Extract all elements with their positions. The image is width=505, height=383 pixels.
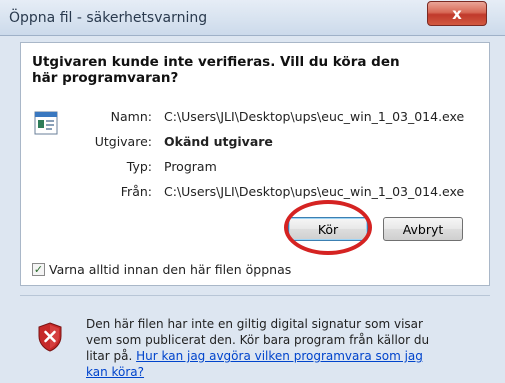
cancel-button[interactable]: Avbryt [383, 217, 463, 241]
name-value: C:\Users\JLI\Desktop\ups\euc_win_1_03_01… [164, 109, 465, 124]
security-shield-icon [38, 322, 62, 352]
name-label: Namn: [110, 109, 152, 124]
close-button[interactable]: x [427, 1, 487, 26]
publisher-value: Okänd utgivare [164, 134, 273, 149]
security-warning: Den här filen har inte en giltig digital… [86, 316, 446, 380]
type-value: Program [164, 159, 217, 174]
run-button[interactable]: Kör [288, 217, 368, 241]
cancel-button-label: Avbryt [402, 221, 444, 237]
window-title: Öppna fil - säkerhetsvarning [9, 10, 208, 26]
from-label: Från: [120, 184, 152, 199]
help-link[interactable]: Hur kan jag avgöra vilken programvara so… [86, 349, 423, 379]
type-label: Typ: [126, 159, 152, 174]
close-icon: x [452, 4, 462, 23]
program-file-icon [34, 111, 58, 135]
always-warn-label[interactable]: Varna alltid innan den här filen öppnas [49, 262, 291, 277]
always-warn-checkbox[interactable]: ✓ [32, 263, 45, 276]
checkmark-icon: ✓ [33, 263, 44, 276]
divider [20, 295, 490, 296]
run-button-label: Kör [317, 221, 339, 237]
title-bar: Öppna fil - säkerhetsvarning x [0, 0, 505, 36]
publisher-label: Utgivare: [94, 134, 152, 149]
dialog-heading: Utgivaren kunde inte verifieras. Vill du… [32, 54, 400, 86]
from-value: C:\Users\JLI\Desktop\ups\euc_win_1_03_01… [164, 184, 465, 199]
